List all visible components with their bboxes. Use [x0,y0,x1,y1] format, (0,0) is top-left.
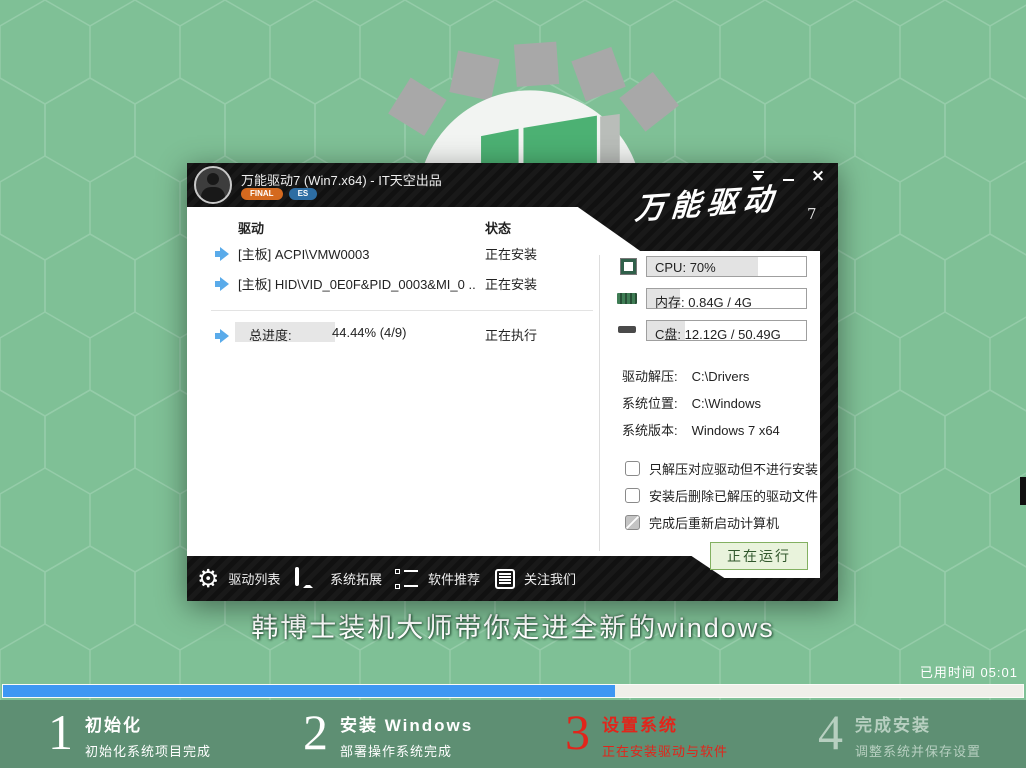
step-subtitle: 正在安装驱动与软件 [602,741,728,760]
document-icon [495,569,515,589]
checkbox-icon[interactable] [625,488,640,503]
driver-name: [主板] HID\VID_0E0F&PID_0003&MI_0 .. [238,274,476,293]
step-number: 1 [48,703,73,761]
panel-divider [599,255,600,551]
gear-windows-emblem [340,30,720,163]
elapsed-label: 已用时间 [920,665,976,680]
brand-version: 7 [807,205,817,223]
cpu-meter: CPU: 70% [646,256,807,277]
disk-icon [618,326,636,333]
avatar [194,166,232,204]
toolbar-software-recommend[interactable]: 软件推荐 [395,556,480,601]
overall-progress-fill [3,685,615,697]
installer-caption: 韩博士装机大师带你走进全新的windows [0,606,1026,645]
step-title: 安装 Windows [340,711,473,736]
driver-status: 正在安装 [485,244,537,263]
column-header-driver: 驱动 [238,218,264,237]
disk-meter: C盘: 12.12G / 50.49G [646,320,807,341]
cpu-label: CPU: [655,260,686,275]
info-value: C:\Drivers [692,369,750,384]
column-header-status: 状态 [485,218,511,237]
arrow-right-icon [215,329,236,343]
run-button[interactable]: 正在运行 [710,542,808,570]
step-number: 2 [303,703,328,761]
es-badge: ES [289,188,318,200]
step-2-install-windows: 2 安装 Windows 部署操作系统完成 [303,703,473,761]
gear-icon: ⚙ [197,566,219,591]
info-row-location: 系统位置: C:\Windows [622,393,761,412]
driver-name: [主板] ACPI\VMW0003 [238,244,369,263]
checkbox-icon[interactable] [625,515,640,530]
arrow-right-icon [215,277,236,291]
info-row-unpack: 驱动解压: C:\Drivers [622,366,749,385]
option-restart-after-finish[interactable]: 完成后重新启动计算机 [625,513,779,532]
list-icon [395,569,419,589]
toolbar-system-extend[interactable]: 系统拓展 [295,556,382,601]
step-title: 设置系统 [602,711,728,736]
step-number: 4 [818,703,843,761]
list-divider [211,310,593,311]
info-row-version: 系统版本: Windows 7 x64 [622,420,780,439]
info-label: 驱动解压: [622,369,678,384]
toolbar-label: 关注我们 [524,569,576,588]
total-progress-status: 正在执行 [485,325,537,344]
monitor-icon [295,569,321,589]
total-progress-label: 总进度: [249,325,292,344]
info-value: Windows 7 x64 [692,423,780,438]
option-label: 完成后重新启动计算机 [649,513,779,532]
memory-value: 0.84G / 4G [688,295,752,310]
right-edge-band [820,207,838,601]
toolbar-driver-list[interactable]: ⚙ 驱动列表 [197,556,280,601]
screen-edge-handle[interactable] [1020,477,1026,505]
step-subtitle: 部署操作系统完成 [340,741,473,760]
total-progress-value: 44.44% (4/9) [332,325,406,340]
elapsed-time: 已用时间 05:01 [920,662,1018,681]
final-badge: FINAL [241,188,283,200]
window-title: 万能驱动7 (Win7.x64) - IT天空出品 [241,170,442,189]
info-label: 系统位置: [622,396,678,411]
cpu-icon [621,259,636,274]
overall-progress-bar [2,684,1024,698]
step-1-initialize: 1 初始化 初始化系统项目完成 [48,703,211,761]
option-label: 只解压对应驱动但不进行安装 [649,459,818,478]
option-extract-only[interactable]: 只解压对应驱动但不进行安装 [625,459,818,478]
step-number: 3 [565,703,590,761]
toolbar-label: 驱动列表 [228,569,280,588]
step-subtitle: 初始化系统项目完成 [85,741,211,760]
step-4-finish-install: 4 完成安装 调整系统并保存设置 [818,703,981,761]
info-value: C:\Windows [692,396,761,411]
cpu-value: 70% [690,260,716,275]
memory-icon [617,293,637,304]
elapsed-value: 05:01 [980,665,1018,680]
wandrv-window: 万能驱动7 (Win7.x64) - IT天空出品 FINAL ES × 万能驱… [187,163,838,601]
info-label: 系统版本: [622,423,678,438]
driver-row [215,245,236,261]
avatar-person-icon [207,173,219,185]
disk-label: C盘: [655,327,681,342]
option-delete-after-install[interactable]: 安装后删除已解压的驱动文件 [625,486,818,505]
step-title: 完成安装 [855,711,981,736]
memory-meter: 内存: 0.84G / 4G [646,288,807,309]
arrow-right-icon [215,247,236,261]
toolbar-label: 系统拓展 [330,569,382,588]
total-progress-row [215,327,236,343]
checkbox-icon[interactable] [625,461,640,476]
memory-label: 内存: [655,295,685,310]
step-3-configure-system: 3 设置系统 正在安装驱动与软件 [565,703,728,761]
driver-status: 正在安装 [485,274,537,293]
disk-value: 12.12G / 50.49G [685,327,781,342]
step-title: 初始化 [85,711,211,736]
toolbar-follow-us[interactable]: 关注我们 [495,556,576,601]
total-progress-bar: 总进度: 44.44% (4/9) [235,322,459,342]
option-label: 安装后删除已解压的驱动文件 [649,486,818,505]
toolbar-label: 软件推荐 [428,569,480,588]
desktop: 已用时间 05:01 韩博士装机大师带你走进全新的windows 1 初始化 初… [0,0,1026,768]
driver-row [215,275,236,291]
step-subtitle: 调整系统并保存设置 [855,741,981,760]
